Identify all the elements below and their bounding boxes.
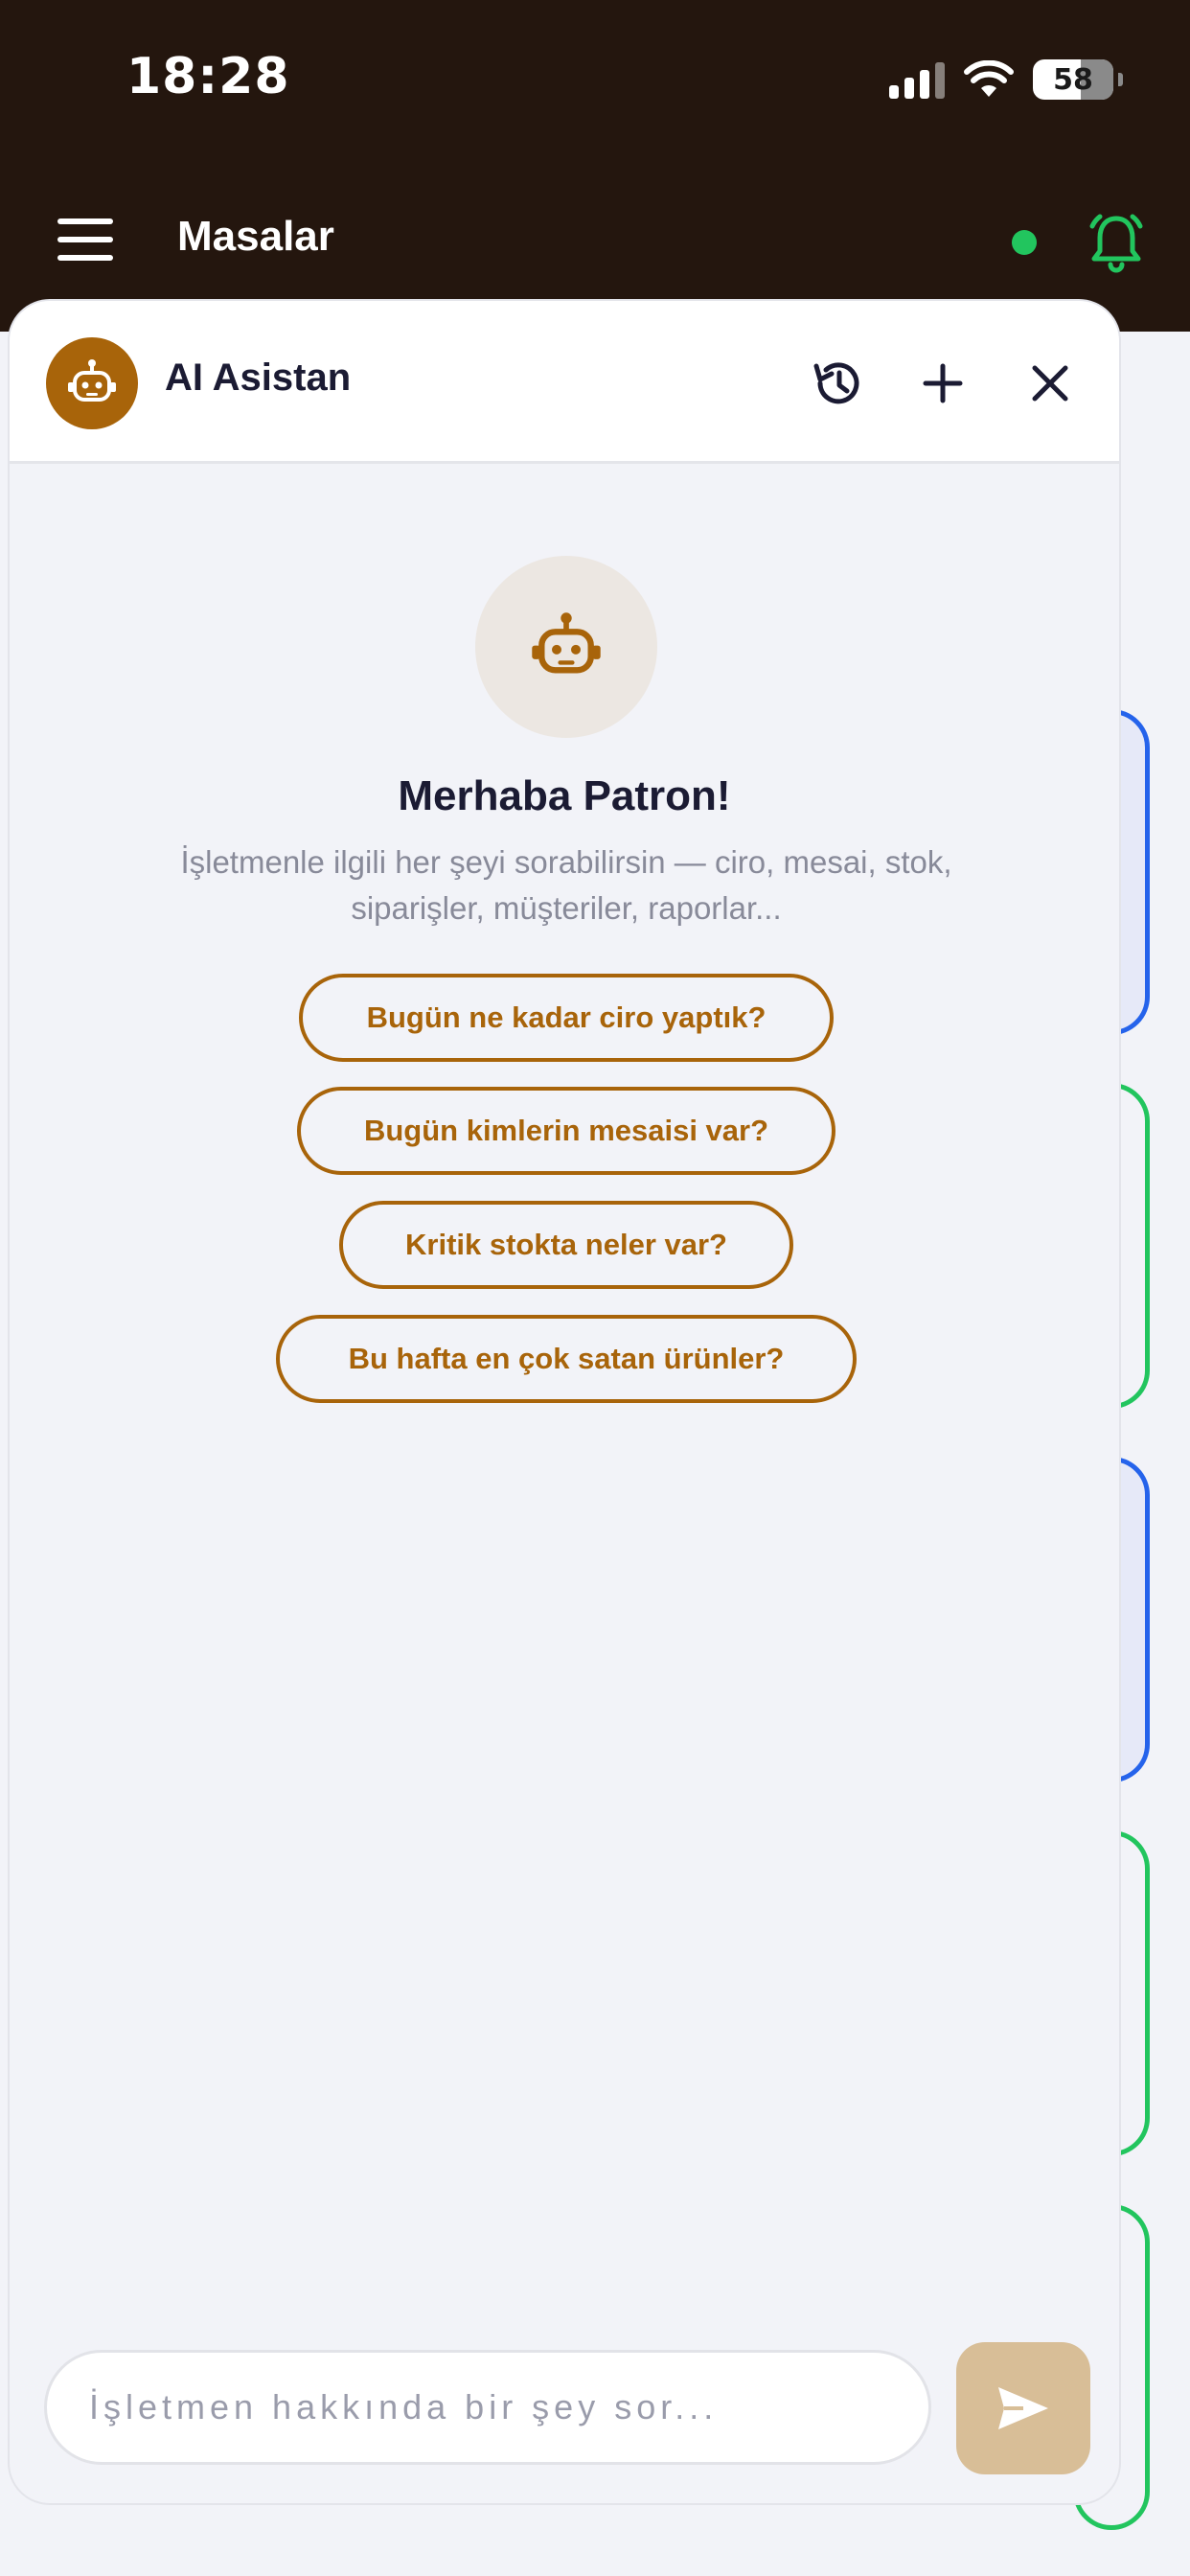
welcome-subtitle: İşletmenle ilgili her şeyi sorabilirsin … <box>180 844 952 926</box>
menu-icon[interactable] <box>57 218 113 261</box>
plus-icon <box>923 363 963 403</box>
status-time: 18:28 <box>126 48 290 105</box>
robot-icon <box>68 359 116 402</box>
suggestion-chip[interactable]: Bugün kimlerin mesaisi var? <box>297 1087 835 1175</box>
close-icon <box>1032 365 1068 402</box>
suggestion-chip[interactable]: Bu hafta en çok satan ürünler? <box>276 1315 857 1403</box>
page-title: Masalar <box>177 213 334 260</box>
signal-icon <box>889 60 945 99</box>
history-icon <box>813 362 859 404</box>
battery-icon: 58 <box>1033 59 1123 100</box>
assistant-avatar <box>46 337 138 429</box>
send-icon <box>998 2387 1048 2429</box>
robot-icon <box>532 612 601 674</box>
bell-icon[interactable] <box>1083 209 1150 276</box>
assistant-header: AI Asistan <box>10 301 1119 464</box>
assistant-title: AI Asistan <box>165 356 352 399</box>
suggestion-chip[interactable]: Kritik stokta neler var? <box>339 1201 793 1289</box>
history-button[interactable] <box>801 347 874 420</box>
new-chat-button[interactable] <box>906 347 979 420</box>
welcome-heading: Merhaba Patron! <box>398 772 731 819</box>
ai-assistant-panel: AI Asistan Merhaba Patron! İşletmenle il… <box>8 299 1121 2505</box>
online-status-dot <box>1012 230 1037 255</box>
close-button[interactable] <box>1014 347 1087 420</box>
status-icons: 58 <box>889 56 1123 104</box>
top-bar: 18:28 58 Masalar <box>0 0 1190 332</box>
app-bar: Masalar <box>0 192 1190 297</box>
send-button[interactable] <box>956 2342 1090 2474</box>
battery-level: 58 <box>1053 62 1093 97</box>
suggestion-chip[interactable]: Bugün ne kadar ciro yaptık? <box>299 974 834 1062</box>
message-input[interactable]: İşletmen hakkında bir şey sor... <box>44 2350 931 2465</box>
assistant-hero <box>475 556 657 738</box>
wifi-icon <box>964 60 1014 97</box>
